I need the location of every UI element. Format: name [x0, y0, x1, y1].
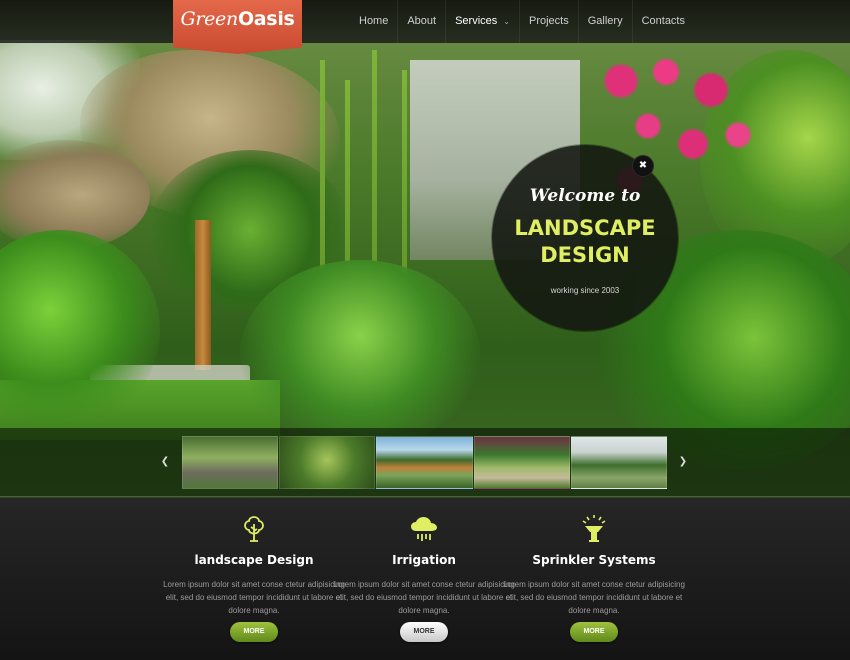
nav-item-gallery[interactable]: Gallery [577, 0, 632, 43]
nav-item-home[interactable]: Home [350, 0, 397, 43]
feature-landscape-design: landscape Design Lorem ipsum dolor sit a… [163, 498, 345, 660]
rain-cloud-icon [411, 517, 437, 541]
more-button[interactable]: MORE [230, 622, 278, 642]
tree-icon [244, 516, 264, 542]
feature-irrigation: Irrigation Lorem ipsum dolor sit amet co… [333, 498, 515, 660]
hero-slider [0, 0, 850, 497]
welcome-subtitle: working since 2003 [550, 286, 620, 295]
thumbnail-garden-pavilion[interactable] [376, 436, 473, 489]
thumbnail-list [182, 436, 668, 489]
nav-item-services[interactable]: Services ⌄ [445, 0, 519, 43]
welcome-title-line1: LANDSCAPE [514, 216, 656, 240]
nav-item-about[interactable]: About [397, 0, 445, 43]
feature-text: Lorem ipsum dolor sit amet conse ctetur … [163, 580, 345, 615]
site-logo[interactable]: GreenOasis [173, 0, 302, 54]
thumbnail-green-shrubs[interactable] [279, 436, 376, 489]
welcome-title: LANDSCAPE DESIGN [492, 215, 678, 269]
chevron-down-icon: ⌄ [503, 17, 510, 26]
feature-text: Lorem ipsum dolor sit amet conse ctetur … [503, 580, 685, 615]
thumbnail-garden-path[interactable] [182, 436, 279, 489]
features-section: landscape Design Lorem ipsum dolor sit a… [0, 497, 850, 660]
chevron-right-icon[interactable]: ❯ [678, 455, 688, 469]
close-icon[interactable]: ✖ [632, 155, 654, 177]
more-button[interactable]: MORE [400, 622, 448, 642]
more-button[interactable]: MORE [570, 622, 618, 642]
bush [240, 260, 480, 450]
logo-text: GreenOasis [180, 8, 295, 30]
feature-title: Sprinkler Systems [532, 553, 656, 567]
feature-sprinkler-systems: Sprinkler Systems Lorem ipsum dolor sit … [503, 498, 685, 660]
chevron-left-icon[interactable]: ❮ [160, 455, 170, 469]
tree-trunk [195, 220, 211, 370]
nav-item-contacts[interactable]: Contacts [631, 0, 694, 43]
thumbnail-topiary-garden[interactable] [570, 436, 668, 489]
feature-text: Lorem ipsum dolor sit amet conse ctetur … [333, 580, 515, 615]
welcome-title-line2: DESIGN [540, 243, 630, 267]
main-menu: Home About Services ⌄ Projects Gallery Co… [350, 0, 694, 43]
thumbnail-garden-stairs[interactable] [473, 436, 570, 489]
welcome-heading: Welcome to [529, 186, 641, 206]
sprinkler-icon [582, 515, 606, 542]
nav-item-projects[interactable]: Projects [518, 0, 578, 43]
